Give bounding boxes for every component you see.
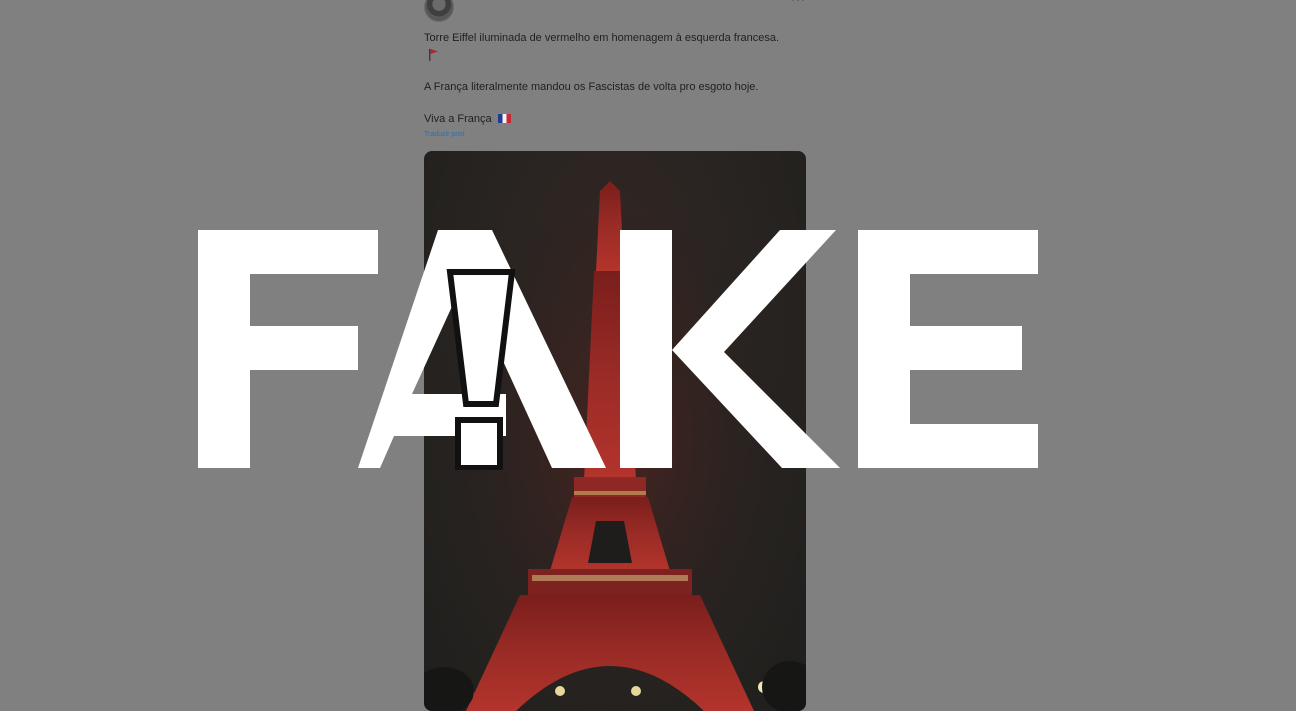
post-text-line-1: Torre Eiffel iluminada de vermelho em ho… (424, 32, 780, 44)
france-flag-icon (497, 114, 511, 123)
post-text-line-3: Viva a França (424, 113, 511, 125)
post-text-viva: Viva a França (424, 113, 492, 125)
fake-stamp-logo (198, 230, 1038, 470)
translate-post-link[interactable]: Traduzir post (424, 131, 465, 138)
post-text-line-2: A França literalmente mandou os Fascista… (424, 81, 759, 93)
user-avatar[interactable] (424, 0, 454, 22)
more-options-icon[interactable]: ··· (791, 0, 806, 6)
red-triangular-flag-icon (429, 49, 438, 61)
